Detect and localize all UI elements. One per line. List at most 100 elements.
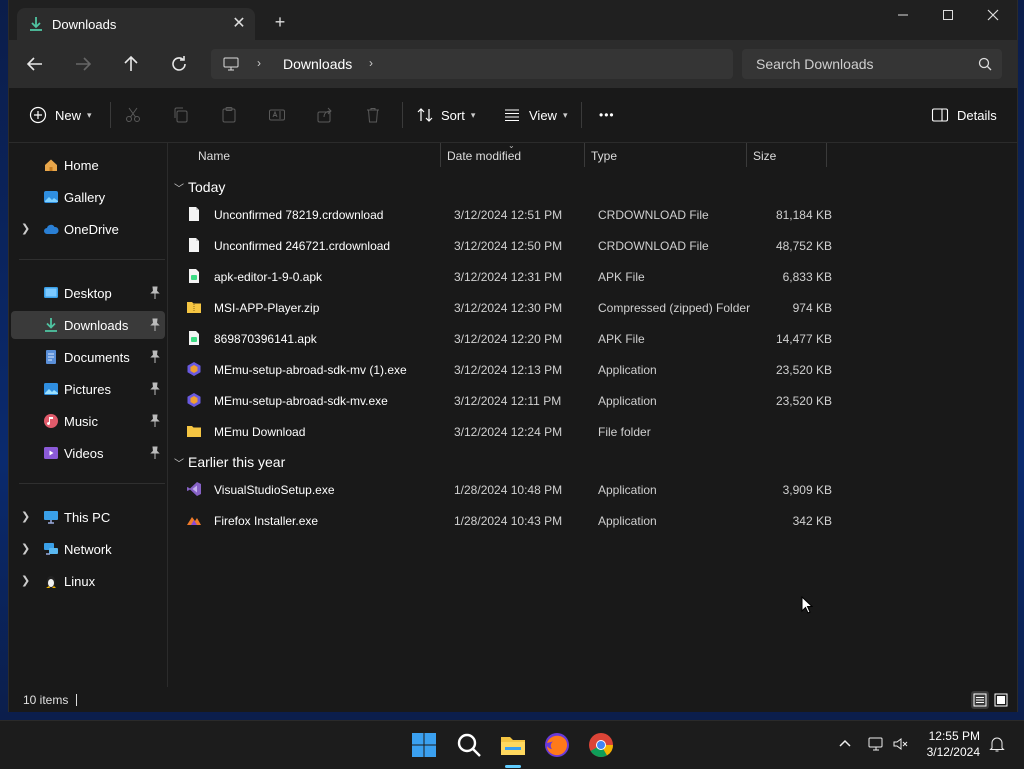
pin-icon[interactable] [149, 446, 161, 460]
volume-muted-icon[interactable] [892, 735, 910, 753]
network-status-icon[interactable] [867, 735, 885, 753]
paste-button[interactable] [220, 104, 238, 126]
view-button[interactable]: View ▾ [503, 104, 567, 126]
pin-icon[interactable] [149, 350, 161, 364]
file-explorer-icon[interactable] [499, 731, 527, 759]
column-separator[interactable] [440, 143, 441, 167]
maximize-button[interactable] [926, 5, 970, 27]
column-header-type[interactable]: Type [591, 149, 617, 175]
delete-button[interactable] [364, 104, 382, 126]
music-icon [44, 414, 58, 428]
sidebar-item-linux[interactable]: ❯ Linux [11, 567, 165, 595]
sidebar-item-videos[interactable]: Videos [11, 439, 165, 467]
sidebar-item-this-pc[interactable]: ❯ This PC [11, 503, 165, 531]
group-header-earlier-this-year[interactable]: ﹀ Earlier this year [174, 454, 285, 470]
column-header-size[interactable]: Size [753, 149, 776, 175]
share-button[interactable] [316, 104, 334, 126]
sidebar-item-home[interactable]: Home [11, 151, 165, 179]
column-separator[interactable] [826, 143, 827, 167]
close-window-button[interactable] [971, 5, 1015, 27]
column-header-date-modified[interactable]: Date modified [447, 149, 521, 175]
table-row[interactable]: 869870396141.apk 3/12/2024 12:20 PM APK … [182, 325, 832, 353]
table-row[interactable]: Firefox Installer.exe 1/28/2024 10:43 PM… [182, 507, 832, 535]
cut-button[interactable] [124, 104, 142, 126]
minimize-button[interactable] [881, 5, 925, 27]
tiles-view-button[interactable] [992, 691, 1010, 709]
file-name: VisualStudioSetup.exe [214, 483, 335, 497]
group-header-today[interactable]: ﹀ Today [174, 179, 225, 195]
notification-bell-icon[interactable] [988, 735, 1006, 753]
table-row[interactable]: MEmu-setup-abroad-sdk-mv (1).exe 3/12/20… [182, 356, 832, 384]
up-button[interactable] [119, 52, 145, 76]
column-separator[interactable] [746, 143, 747, 167]
sidebar-item-downloads[interactable]: Downloads [11, 311, 165, 339]
copy-button[interactable] [172, 104, 190, 126]
table-row[interactable]: MEmu Download 3/12/2024 12:24 PM File fo… [182, 418, 832, 446]
forward-button[interactable] [71, 52, 97, 76]
file-date: 3/12/2024 12:24 PM [454, 425, 563, 439]
sort-button[interactable]: Sort ▾ [416, 104, 475, 126]
file-type: Compressed (zipped) Folder [598, 301, 751, 315]
file-type: APK File [598, 332, 645, 346]
back-arrow-icon [26, 57, 42, 71]
column-separator[interactable] [584, 143, 585, 167]
pin-icon[interactable] [149, 318, 161, 332]
column-header-name[interactable]: Name [198, 149, 230, 175]
plus-circle-icon [29, 106, 47, 124]
sidebar-item-desktop[interactable]: Desktop [11, 279, 165, 307]
details-view-button[interactable] [971, 691, 989, 709]
computer-icon [223, 57, 239, 71]
chevron-right-icon[interactable]: ❯ [21, 510, 30, 523]
search-input[interactable]: Search Downloads [756, 56, 874, 72]
more-options-button[interactable]: ••• [599, 104, 615, 126]
system-clock[interactable]: 12:55 PM 3/12/2024 [918, 728, 980, 760]
visual-studio-icon [187, 482, 201, 496]
chevron-up-icon[interactable] [836, 735, 854, 753]
table-row[interactable]: apk-editor-1-9-0.apk 3/12/2024 12:31 PM … [182, 263, 832, 291]
table-row[interactable]: Unconfirmed 246721.crdownload 3/12/2024 … [182, 232, 832, 260]
chevron-right-icon[interactable]: ❯ [21, 222, 30, 235]
sidebar-item-gallery[interactable]: Gallery [11, 183, 165, 211]
new-tab-button[interactable]: + [271, 13, 289, 31]
breadcrumb-chevron-icon[interactable]: › [257, 56, 261, 70]
file-name: MEmu-setup-abroad-sdk-mv (1).exe [214, 363, 407, 377]
breadcrumb-chevron-icon[interactable]: › [369, 56, 373, 70]
refresh-button[interactable] [167, 52, 193, 76]
back-button[interactable] [23, 52, 49, 76]
chrome-icon[interactable] [587, 731, 615, 759]
windows-start-icon[interactable] [410, 731, 438, 759]
search-icon[interactable] [455, 731, 483, 759]
desktop-icon [44, 287, 58, 298]
file-date: 1/28/2024 10:48 PM [454, 483, 563, 497]
pin-icon[interactable] [149, 382, 161, 396]
tab-downloads[interactable]: Downloads ✕ [17, 8, 255, 40]
file-size: 81,184 KB [775, 208, 832, 222]
sidebar-item-network[interactable]: ❯ Network [11, 535, 165, 563]
table-row[interactable]: MEmu-setup-abroad-sdk-mv.exe 3/12/2024 1… [182, 387, 832, 415]
chevron-right-icon[interactable]: ❯ [21, 542, 30, 555]
new-button[interactable]: New ▾ [29, 104, 92, 126]
address-bar[interactable]: › Downloads › [211, 49, 733, 79]
cloud-icon [44, 224, 59, 234]
rename-button[interactable] [268, 104, 286, 126]
sidebar-item-music[interactable]: Music [11, 407, 165, 435]
close-tab-button[interactable]: ✕ [229, 14, 249, 34]
table-row[interactable]: MSI-APP-Player.zip 3/12/2024 12:30 PM Co… [182, 294, 832, 322]
table-row[interactable]: VisualStudioSetup.exe 1/28/2024 10:48 PM… [182, 476, 832, 504]
zip-icon [187, 302, 201, 313]
copy-icon [174, 107, 188, 123]
file-date: 3/12/2024 12:20 PM [454, 332, 563, 346]
rename-icon [269, 109, 285, 121]
sidebar-item-pictures[interactable]: Pictures [11, 375, 165, 403]
pin-icon[interactable] [149, 286, 161, 300]
sidebar-item-documents[interactable]: Documents [11, 343, 165, 371]
pin-icon[interactable] [149, 414, 161, 428]
chevron-right-icon[interactable]: ❯ [21, 574, 30, 587]
table-row[interactable]: Unconfirmed 78219.crdownload 3/12/2024 1… [182, 201, 832, 229]
search-box[interactable]: Search Downloads [742, 49, 1002, 79]
breadcrumb-downloads[interactable]: Downloads [283, 56, 352, 72]
file-type: Application [598, 514, 657, 528]
firefox-icon[interactable] [543, 731, 571, 759]
details-pane-button[interactable]: Details [931, 104, 997, 126]
sidebar-item-onedrive[interactable]: ❯ OneDrive [11, 215, 165, 243]
